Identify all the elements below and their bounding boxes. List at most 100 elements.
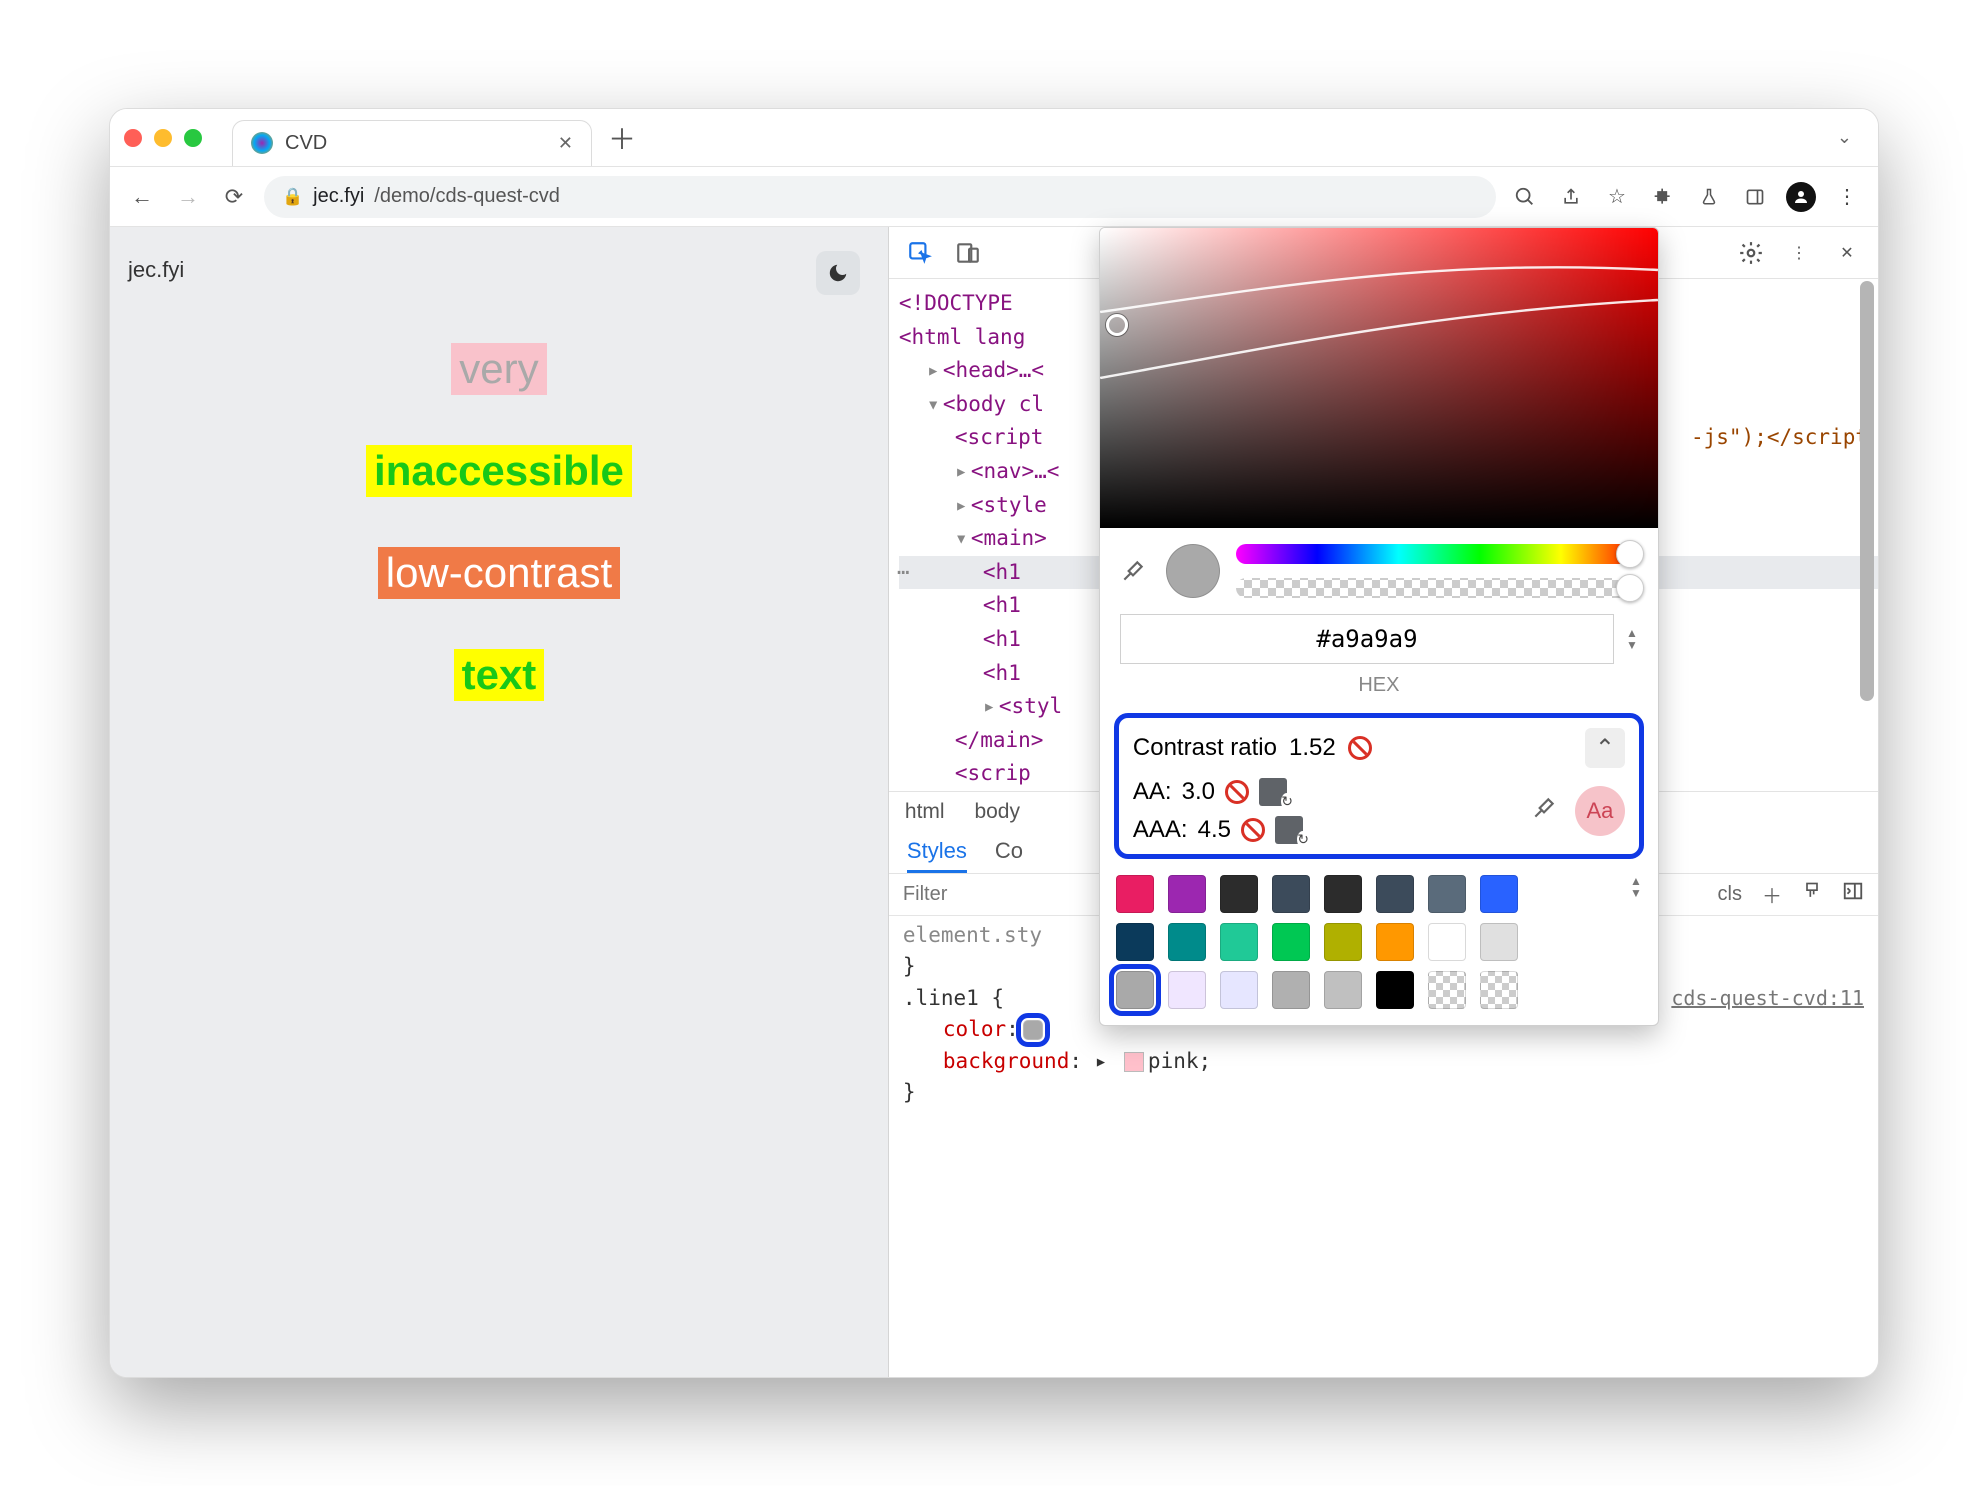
aaa-label: AAA: <box>1133 816 1188 844</box>
profile-button[interactable] <box>1786 182 1816 212</box>
swatch[interactable] <box>1116 875 1154 913</box>
color-swatch-inline[interactable] <box>1023 1020 1043 1040</box>
swatch-row-3 <box>1116 971 1642 1009</box>
device-toolbar-icon[interactable] <box>953 238 983 268</box>
window-minimize-button[interactable] <box>154 129 172 147</box>
window-zoom-button[interactable] <box>184 129 202 147</box>
tabs-dropdown-button[interactable]: ⌄ <box>1837 127 1852 148</box>
nav-forward-button[interactable]: → <box>172 181 204 213</box>
styles-panel-toggle-icon[interactable] <box>1842 880 1864 908</box>
swatch[interactable] <box>1272 923 1310 961</box>
devtools-settings-icon[interactable] <box>1736 238 1766 268</box>
kebab-menu-button[interactable]: ⋮ <box>1832 182 1862 212</box>
el-doctype: <!DOCTYPE <box>899 291 1013 315</box>
aaa-swap-icon[interactable] <box>1275 816 1303 844</box>
css-val-bg: pink <box>1148 1049 1199 1073</box>
css-prop-background[interactable]: background <box>943 1049 1069 1073</box>
inspect-element-icon[interactable] <box>905 238 935 268</box>
swatch[interactable] <box>1168 971 1206 1009</box>
current-color-chip <box>1166 544 1220 598</box>
contrast-ratio-box: Contrast ratio 1.52 ⌃ AA: 3.0 AAA: 4.5 A… <box>1114 713 1644 859</box>
eyedropper-button[interactable] <box>1116 554 1150 588</box>
swatch[interactable] <box>1168 923 1206 961</box>
window-close-button[interactable] <box>124 129 142 147</box>
browser-tab[interactable]: CVD ✕ <box>232 120 592 166</box>
tab-close-button[interactable]: ✕ <box>558 133 573 154</box>
swatch[interactable] <box>1428 971 1466 1009</box>
styles-tab[interactable]: Styles <box>907 838 967 873</box>
swatch[interactable] <box>1220 971 1258 1009</box>
share-icon[interactable] <box>1556 182 1586 212</box>
swatch[interactable] <box>1376 875 1414 913</box>
swatch-selected[interactable] <box>1116 971 1154 1009</box>
hue-slider-knob[interactable] <box>1616 540 1644 568</box>
el-style2: <styl <box>999 694 1062 718</box>
swatch-row-2 <box>1116 923 1642 961</box>
swatch[interactable] <box>1428 923 1466 961</box>
color-saturation-area[interactable] <box>1100 228 1658 528</box>
devtools-scrollbar[interactable] <box>1860 281 1874 701</box>
swatch[interactable] <box>1220 923 1258 961</box>
swatch[interactable] <box>1376 923 1414 961</box>
alpha-slider[interactable] <box>1236 578 1642 598</box>
styles-brush-icon[interactable] <box>1802 880 1822 908</box>
swatch[interactable] <box>1324 923 1362 961</box>
nav-back-button[interactable]: ← <box>126 181 158 213</box>
nav-reload-button[interactable]: ⟳ <box>218 181 250 213</box>
panel-icon[interactable] <box>1740 182 1770 212</box>
swatch[interactable] <box>1168 875 1206 913</box>
bg-swatch-inline[interactable] <box>1124 1052 1144 1072</box>
swatch[interactable] <box>1324 875 1362 913</box>
extensions-icon[interactable] <box>1648 182 1678 212</box>
address-bar: ← → ⟳ 🔒 jec.fyi/demo/cds-quest-cvd ☆ ⋮ <box>110 167 1878 227</box>
alpha-slider-knob[interactable] <box>1616 574 1644 602</box>
bookmark-star-icon[interactable]: ☆ <box>1602 182 1632 212</box>
computed-tab[interactable]: Co <box>995 838 1023 873</box>
contrast-collapse-button[interactable]: ⌃ <box>1585 728 1625 768</box>
demo-line-1: very <box>451 343 546 395</box>
devtools-pane: ⋮ ✕ <!DOCTYPE <html lang ▸<head>…< ▾<bod… <box>888 227 1878 1377</box>
crumb-html[interactable]: html <box>905 800 945 823</box>
dark-mode-toggle[interactable] <box>816 251 860 295</box>
labs-icon[interactable] <box>1694 182 1724 212</box>
contrast-eyedropper-button[interactable] <box>1531 795 1557 828</box>
swatch-palette: ▲▼ <box>1100 871 1658 1025</box>
page-preview-pane: jec.fyi very inaccessible low-contrast t… <box>110 227 888 1377</box>
devtools-kebab-icon[interactable]: ⋮ <box>1784 238 1814 268</box>
swatch[interactable] <box>1220 875 1258 913</box>
hue-slider[interactable] <box>1236 544 1642 564</box>
hex-format-stepper[interactable]: ▲▼ <box>1626 627 1638 651</box>
address-field[interactable]: 🔒 jec.fyi/demo/cds-quest-cvd <box>264 176 1496 218</box>
swatch[interactable] <box>1272 971 1310 1009</box>
swatch[interactable] <box>1116 923 1154 961</box>
url-path: /demo/cds-quest-cvd <box>374 185 560 208</box>
cls-toggle[interactable]: cls <box>1718 883 1742 906</box>
hex-label: HEX <box>1100 674 1658 697</box>
swatch[interactable] <box>1480 971 1518 1009</box>
devtools-close-icon[interactable]: ✕ <box>1832 238 1862 268</box>
styles-filter-input[interactable] <box>903 883 1053 906</box>
crumb-body[interactable]: body <box>974 800 1020 823</box>
swatch-page-stepper[interactable]: ▲▼ <box>1630 875 1642 913</box>
element-style-label: element.sty <box>903 923 1042 947</box>
el-h1-4: <h1 <box>983 661 1021 685</box>
new-style-rule-button[interactable]: ＋ <box>1762 880 1782 909</box>
css-prop-color[interactable]: color <box>943 1017 1006 1041</box>
browser-window: CVD ✕ ＋ ⌄ ← → ⟳ 🔒 jec.fyi/demo/cds-quest… <box>109 108 1879 1378</box>
el-script1-tail: -js");</script <box>1691 425 1868 449</box>
aa-swap-icon[interactable] <box>1259 778 1287 806</box>
rule-source-link[interactable]: cds-quest-cvd:11 <box>1671 983 1864 1013</box>
swatch[interactable] <box>1324 971 1362 1009</box>
traffic-lights <box>124 129 202 147</box>
swatch[interactable] <box>1428 875 1466 913</box>
new-tab-button[interactable]: ＋ <box>608 118 636 158</box>
zoom-icon[interactable] <box>1510 182 1540 212</box>
color-picker-handle[interactable] <box>1106 314 1128 336</box>
hex-input[interactable] <box>1120 614 1614 664</box>
swatch[interactable] <box>1376 971 1414 1009</box>
swatch[interactable] <box>1480 875 1518 913</box>
el-h1-1: <h1 <box>983 560 1021 584</box>
contrast-sample-badge: Aa <box>1575 786 1625 836</box>
swatch[interactable] <box>1480 923 1518 961</box>
swatch[interactable] <box>1272 875 1310 913</box>
